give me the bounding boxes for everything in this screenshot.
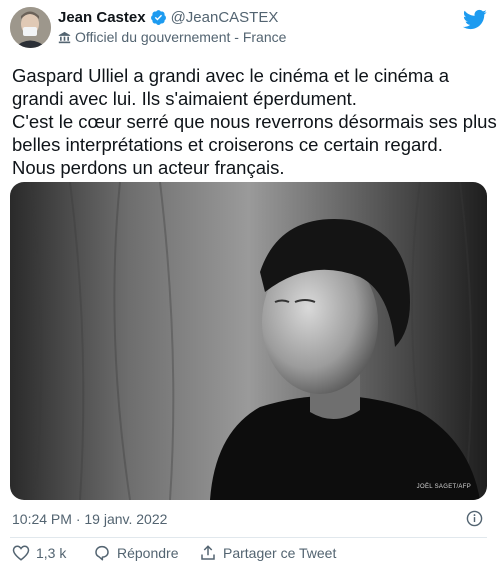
like-count: 1,3 k: [36, 545, 67, 561]
share-label: Partager ce Tweet: [223, 545, 337, 561]
divider: [10, 537, 487, 538]
reply-label: Répondre: [117, 545, 179, 561]
author-name-row: Jean Castex @JeanCASTEX: [58, 9, 278, 26]
reply-button[interactable]: Répondre: [93, 544, 179, 562]
tweet-text-line: Nous perdons un acteur français.: [12, 157, 285, 178]
reply-icon: [95, 545, 109, 561]
government-label-text: Officiel du gouvernement - France: [75, 29, 287, 45]
heart-icon: [12, 545, 30, 561]
tweet-text-line: belles interprétations et croiserons ce …: [12, 134, 443, 155]
tweet-timestamp[interactable]: 10:24 PM · 19 janv. 2022: [12, 511, 167, 527]
tweet-card: Jean Castex @JeanCASTEX Officiel du gouv…: [0, 0, 499, 564]
author-avatar[interactable]: [10, 7, 51, 48]
verified-badge-icon: [150, 9, 167, 26]
tweet-actions: 1,3 k Répondre Partager ce Tweet: [0, 544, 499, 564]
author-handle[interactable]: @JeanCASTEX: [171, 9, 279, 26]
tweet-text-line: Gaspard Ulliel a grandi avec le cinéma e…: [12, 65, 450, 86]
tweet-text: Gaspard Ulliel a grandi avec le cinéma e…: [12, 64, 497, 179]
government-building-icon: [58, 31, 71, 44]
like-button[interactable]: 1,3 k: [12, 544, 66, 562]
government-label: Officiel du gouvernement - France: [58, 29, 286, 45]
twitter-bird-icon[interactable]: [462, 9, 487, 30]
tweet-text-line: C'est le cœur serré que nous reverrons d…: [12, 111, 497, 132]
author-display-name[interactable]: Jean Castex: [58, 9, 146, 26]
share-icon: [201, 545, 215, 560]
tweet-photo[interactable]: JOËL SAGET/AFP: [10, 182, 487, 500]
info-icon[interactable]: [466, 510, 483, 527]
photo-credit: JOËL SAGET/AFP: [416, 484, 471, 490]
share-button[interactable]: Partager ce Tweet: [199, 544, 336, 562]
tweet-text-line: grandi avec lui. Ils s'aimaient éperdume…: [12, 88, 357, 109]
